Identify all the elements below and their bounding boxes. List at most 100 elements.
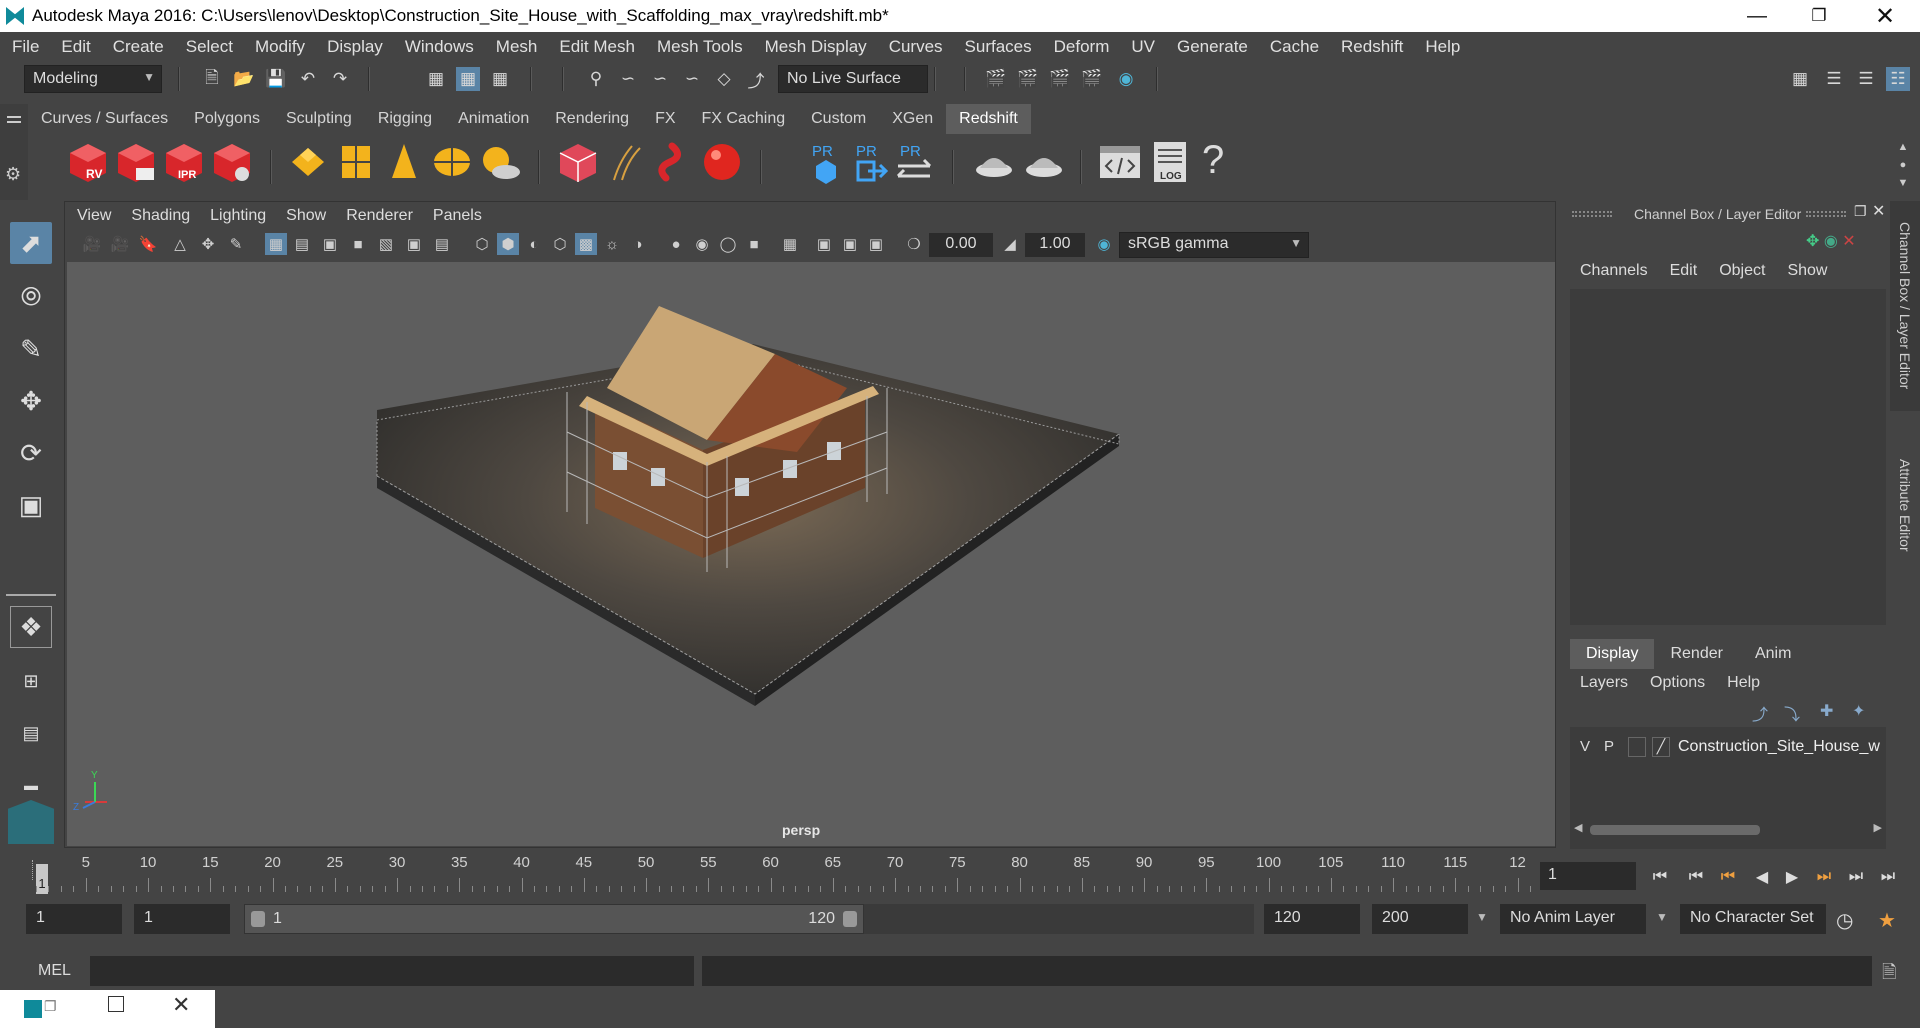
- shelf-scroll-icon[interactable]: ▲ ● ▼: [1896, 138, 1910, 194]
- tab-animation[interactable]: Animation: [445, 104, 542, 134]
- close-mini-icon[interactable]: ✕: [172, 992, 190, 1018]
- tab-curves-surfaces[interactable]: Curves / Surfaces: [28, 104, 181, 134]
- render-settings-icon[interactable]: 🎬: [1080, 67, 1104, 91]
- redshift-ies-light-icon[interactable]: [382, 140, 426, 184]
- scale-tool-icon[interactable]: ▣: [10, 484, 52, 526]
- save-scene-icon[interactable]: 💾: [264, 67, 288, 91]
- current-frame-field[interactable]: 1: [1540, 862, 1636, 890]
- select-hierarchy-icon[interactable]: ▦: [424, 67, 448, 91]
- auto-key-icon[interactable]: ◷: [1836, 908, 1853, 933]
- exposure-icon[interactable]: ❍: [903, 233, 925, 255]
- redshift-sphere-icon[interactable]: [700, 140, 744, 184]
- animation-preferences-icon[interactable]: ★: [1878, 908, 1896, 933]
- menu-edit[interactable]: Edit: [61, 37, 90, 57]
- help-question-icon[interactable]: ?: [1202, 138, 1224, 183]
- viewport-menu-view[interactable]: View: [77, 207, 111, 225]
- workspace-icon[interactable]: ▦: [1788, 67, 1812, 91]
- hypershade-icon[interactable]: ◉: [1114, 67, 1138, 91]
- redshift-log-icon[interactable]: LOG: [1148, 140, 1192, 184]
- redshift-sun-sky-icon[interactable]: [478, 140, 522, 184]
- move-tool-icon[interactable]: ✥: [10, 380, 52, 422]
- menu-mesh[interactable]: Mesh: [496, 37, 538, 57]
- pr-import-icon[interactable]: PR: [804, 140, 848, 184]
- range-start-handle[interactable]: [251, 911, 265, 927]
- select-tool-icon[interactable]: ⬈: [10, 222, 52, 264]
- tab-custom[interactable]: Custom: [798, 104, 879, 134]
- menu-create[interactable]: Create: [113, 37, 164, 57]
- viewport-menu-shading[interactable]: Shading: [131, 207, 190, 225]
- hyper-icon[interactable]: ✕: [1842, 233, 1855, 250]
- tab-display[interactable]: Display: [1570, 639, 1655, 669]
- layer-name[interactable]: Construction_Site_House_w: [1678, 738, 1882, 756]
- menu-mesh-display[interactable]: Mesh Display: [765, 37, 867, 57]
- xray-components-icon[interactable]: ▣: [865, 233, 887, 255]
- redshift-render-settings-icon[interactable]: [210, 140, 254, 184]
- layout-options-icon[interactable]: ▬: [10, 764, 52, 806]
- grid-toggle-icon[interactable]: ▦: [265, 233, 287, 255]
- layer-color-swatch[interactable]: ╱: [1652, 737, 1670, 757]
- chevron-down-icon[interactable]: ▼: [1476, 910, 1488, 924]
- snap-grid-icon[interactable]: ⚲: [584, 67, 608, 91]
- channel-box-side-tab[interactable]: Channel Box / Layer Editor: [1890, 201, 1920, 411]
- redshift-area-light-icon[interactable]: [286, 140, 330, 184]
- snap-curve-icon[interactable]: ∽: [616, 67, 640, 91]
- mode-dropdown[interactable]: Modeling ▼: [24, 65, 162, 93]
- go-to-start-icon[interactable]: ⏮: [1648, 866, 1672, 888]
- select-component-icon[interactable]: ▦: [488, 67, 512, 91]
- anti-aliasing-icon[interactable]: ◯: [717, 233, 739, 255]
- chevron-down-icon[interactable]: ▼: [1656, 910, 1668, 924]
- menu-mesh-tools[interactable]: Mesh Tools: [657, 37, 743, 57]
- tab-anim[interactable]: Anim: [1739, 639, 1807, 669]
- snap-point-icon[interactable]: ∽: [648, 67, 672, 91]
- tab-fx[interactable]: FX: [642, 104, 688, 134]
- redshift-volume-icon[interactable]: [652, 140, 696, 184]
- character-set-dropdown[interactable]: No Character Set: [1680, 904, 1826, 934]
- command-input[interactable]: [90, 956, 694, 986]
- playback-start-field[interactable]: 1: [134, 904, 230, 934]
- menu-edit-mesh[interactable]: Edit Mesh: [559, 37, 635, 57]
- film-gate-icon[interactable]: ▤: [291, 233, 313, 255]
- pr-swap-icon[interactable]: PR: [892, 140, 936, 184]
- viewport-menu-show[interactable]: Show: [286, 207, 326, 225]
- motion-blur-icon[interactable]: ◉: [691, 233, 713, 255]
- menu-file[interactable]: File: [12, 37, 39, 57]
- channel-box-toggle-icon[interactable]: ☷: [1886, 67, 1910, 91]
- tab-fx-caching[interactable]: FX Caching: [689, 104, 799, 134]
- maximize-mini-icon[interactable]: [108, 996, 124, 1012]
- wireframe-on-shaded-icon[interactable]: ⬡: [549, 233, 571, 255]
- layers-menu[interactable]: Layers: [1580, 674, 1628, 692]
- open-scene-icon[interactable]: 📂: [232, 67, 256, 91]
- layer-playback-toggle[interactable]: P: [1604, 738, 1614, 755]
- redshift-script-editor-icon[interactable]: [1098, 140, 1142, 184]
- menu-select[interactable]: Select: [186, 37, 233, 57]
- maya-home-icon[interactable]: [8, 800, 54, 844]
- safe-action-icon[interactable]: ▣: [403, 233, 425, 255]
- shadows-icon[interactable]: ◑: [627, 233, 649, 255]
- colorspace-dropdown[interactable]: sRGB gamma ▼: [1119, 232, 1309, 258]
- attribute-editor-side-tab[interactable]: Attribute Editor: [1890, 430, 1920, 580]
- textured-icon[interactable]: ▩: [575, 233, 597, 255]
- snap-surface-icon[interactable]: ◇: [712, 67, 736, 91]
- paint-select-tool-icon[interactable]: ✎: [10, 328, 52, 370]
- move-layer-down-icon[interactable]: ⤵: [1784, 701, 1800, 725]
- menu-deform[interactable]: Deform: [1054, 37, 1110, 57]
- gate-mask-icon[interactable]: ■: [347, 233, 369, 255]
- select-object-icon[interactable]: ▦: [456, 67, 480, 91]
- ipr-render-icon[interactable]: 🎬: [1048, 67, 1072, 91]
- anim-layer-dropdown[interactable]: No Anim Layer: [1500, 904, 1646, 934]
- viewport-menu-panels[interactable]: Panels: [433, 207, 482, 225]
- animation-end-field[interactable]: 200: [1372, 904, 1468, 934]
- minimized-window[interactable]: ❐ ✕: [0, 990, 215, 1028]
- scroll-left-icon[interactable]: ◀: [1574, 821, 1582, 834]
- layer-help-menu[interactable]: Help: [1727, 674, 1760, 692]
- snap-view-icon[interactable]: ∽: [680, 67, 704, 91]
- four-view-layout-icon[interactable]: ⊞: [10, 660, 52, 702]
- range-end-handle[interactable]: [843, 911, 857, 927]
- xray-joints-icon[interactable]: ▣: [839, 233, 861, 255]
- range-slider[interactable]: 1 120: [244, 904, 864, 934]
- two-d-pan-zoom-icon[interactable]: ✥: [197, 233, 219, 255]
- field-chart-icon[interactable]: ▧: [375, 233, 397, 255]
- layer-display-type-toggle[interactable]: [1628, 737, 1646, 757]
- new-layer-icon[interactable]: ✚: [1820, 701, 1833, 721]
- options-menu[interactable]: Options: [1650, 674, 1705, 692]
